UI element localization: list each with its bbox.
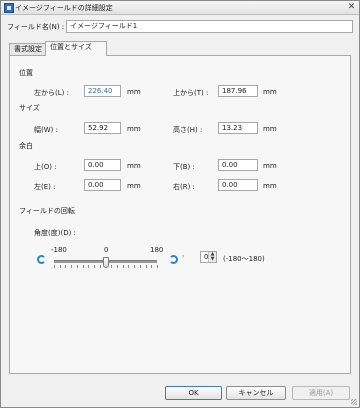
spin-prefix-icon: ›: [182, 253, 185, 260]
app-icon: [4, 3, 14, 13]
size-height-label: 高さ(H) :: [173, 126, 203, 134]
slider-tick: [146, 265, 147, 268]
position-left-input[interactable]: 226.40: [84, 85, 121, 97]
slider-tick: [111, 265, 112, 268]
margin-heading: 余白: [19, 142, 33, 150]
position-top-label: 上から(T) :: [173, 89, 209, 97]
margin-right-input[interactable]: 0.00: [218, 179, 258, 191]
field-name-label: フィールド名(N) :: [7, 23, 65, 31]
position-top-input[interactable]: 187.96: [218, 85, 258, 97]
slider-tick: [151, 265, 152, 268]
size-height-unit: mm: [263, 125, 277, 133]
slider-max-label: 180: [150, 246, 164, 254]
position-top-unit: mm: [263, 88, 277, 96]
slider-tick: [77, 265, 78, 268]
spin-down-icon[interactable]: ▼: [208, 257, 216, 262]
size-width-input[interactable]: 52.92: [84, 122, 121, 134]
margin-top-label: 上(O) :: [34, 163, 57, 171]
position-left-unit: mm: [127, 88, 141, 96]
resize-grip[interactable]: [351, 399, 357, 405]
slider-tick: [88, 265, 89, 268]
rotation-angle-label: 角度(度)(D) :: [34, 229, 76, 237]
rotation-heading: フィールドの回転: [19, 207, 75, 215]
size-height-input[interactable]: 13.23: [218, 122, 258, 134]
dialog-window: イメージフィールドの詳細設定 ✕ フィールド名(N) : イメージフィールド1 …: [0, 0, 360, 408]
rotate-cw-icon[interactable]: [169, 255, 178, 264]
margin-top-input[interactable]: 0.00: [84, 159, 121, 171]
slider-tick: [71, 265, 72, 268]
slider-tick: [117, 265, 118, 268]
slider-tick: [157, 265, 158, 268]
slider-min-label: -180: [51, 246, 67, 254]
rotation-slider-thumb[interactable]: [103, 257, 109, 268]
margin-left-unit: mm: [127, 182, 141, 190]
slider-tick: [60, 265, 61, 268]
rotate-ccw-icon[interactable]: [37, 255, 46, 264]
margin-bottom-label: 下(B) :: [173, 163, 195, 171]
slider-tick: [100, 265, 101, 268]
apply-button[interactable]: 適用(A): [292, 386, 350, 400]
size-heading: サイズ: [19, 104, 40, 112]
position-heading: 位置: [19, 69, 33, 77]
slider-tick: [140, 265, 141, 268]
cancel-button[interactable]: キャンセル: [226, 386, 286, 400]
ok-button[interactable]: OK: [165, 386, 222, 400]
title-bar: イメージフィールドの詳細設定 ✕: [1, 1, 359, 15]
slider-tick: [54, 265, 55, 268]
slider-tick: [65, 265, 66, 268]
slider-tick: [83, 265, 84, 268]
position-left-label: 左から(L) :: [34, 89, 69, 97]
margin-top-unit: mm: [127, 162, 141, 170]
margin-left-label: 左(E) :: [34, 183, 56, 191]
tab-position-size[interactable]: 位置とサイズ: [45, 41, 107, 56]
rotation-range-hint: (-180〜180): [223, 255, 265, 263]
slider-tick: [134, 265, 135, 268]
slider-tick: [94, 265, 95, 268]
window-title: イメージフィールドの詳細設定: [15, 4, 113, 12]
margin-bottom-input[interactable]: 0.00: [218, 159, 258, 171]
margin-bottom-unit: mm: [263, 162, 277, 170]
close-button[interactable]: ✕: [346, 2, 357, 12]
margin-right-unit: mm: [263, 182, 277, 190]
slider-tick: [128, 265, 129, 268]
size-width-unit: mm: [127, 125, 141, 133]
slider-mid-label: 0: [104, 246, 109, 254]
margin-right-label: 右(R) :: [173, 183, 195, 191]
field-name-input[interactable]: イメージフィールド1: [66, 20, 353, 33]
size-width-label: 幅(W) :: [34, 126, 58, 134]
margin-left-input[interactable]: 0.00: [84, 179, 121, 191]
slider-tick: [123, 265, 124, 268]
